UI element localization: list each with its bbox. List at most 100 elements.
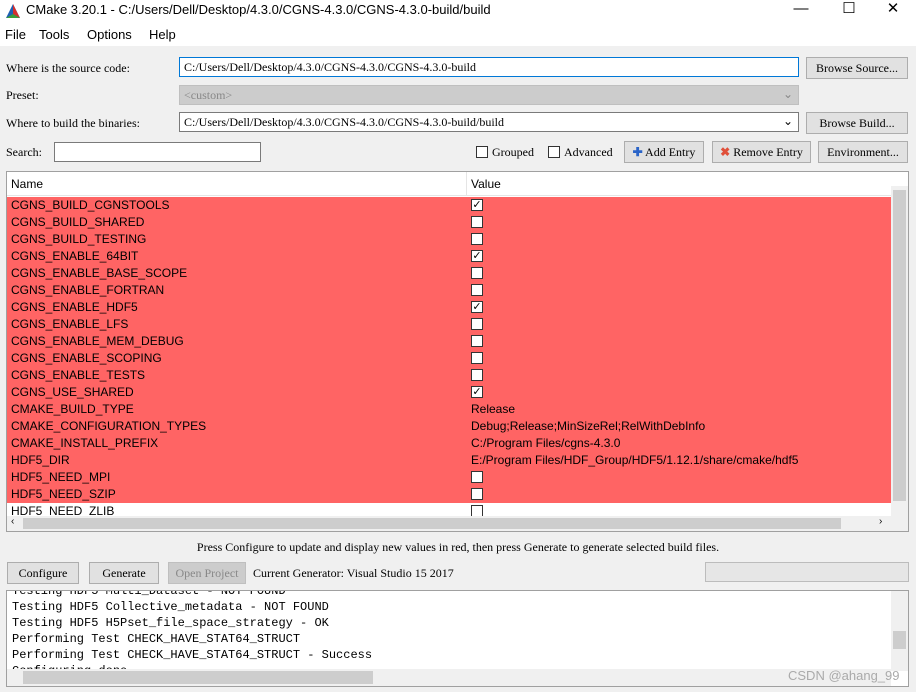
scroll-thumb[interactable] bbox=[893, 631, 906, 649]
chevron-down-icon: ⌄ bbox=[782, 87, 793, 101]
header-name[interactable]: Name bbox=[11, 177, 43, 191]
entry-checkbox[interactable]: ✓ bbox=[471, 301, 483, 313]
entry-name: CGNS_BUILD_TESTING bbox=[11, 232, 147, 246]
entry-checkbox[interactable] bbox=[471, 284, 483, 296]
watermark: CSDN @ahang_99 bbox=[788, 668, 900, 683]
entry-checkbox[interactable] bbox=[471, 318, 483, 330]
window-title: CMake 3.20.1 - C:/Users/Dell/Desktop/4.3… bbox=[26, 2, 491, 17]
entry-name: HDF5_NEED_SZIP bbox=[11, 487, 116, 501]
cmake-logo-icon bbox=[6, 4, 20, 18]
advanced-checkbox[interactable] bbox=[548, 146, 560, 158]
output-log: Testing HDF5 Multi_Dataset - NOT FOUND T… bbox=[6, 590, 909, 687]
browse-build-button[interactable]: Browse Build... bbox=[806, 112, 908, 134]
table-row[interactable]: CMAKE_CONFIGURATION_TYPES Debug;Release;M… bbox=[7, 418, 891, 435]
preset-select: <custom> ⌄ bbox=[179, 85, 799, 105]
minimize-button[interactable]: — bbox=[778, 0, 824, 22]
configure-button[interactable]: Configure bbox=[7, 562, 79, 584]
entry-checkbox[interactable] bbox=[471, 335, 483, 347]
search-label: Search: bbox=[6, 145, 42, 159]
entry-name: HDF5_DIR bbox=[11, 453, 70, 467]
table-row[interactable]: HDF5_DIR E:/Program Files/HDF_Group/HDF5/… bbox=[7, 452, 891, 469]
entry-name: CGNS_ENABLE_SCOPING bbox=[11, 351, 162, 365]
x-icon: ✖ bbox=[720, 145, 731, 159]
entry-name: CGNS_ENABLE_FORTRAN bbox=[11, 283, 165, 297]
table-row[interactable]: CGNS_ENABLE_64BIT ✓ bbox=[7, 248, 891, 265]
table-row[interactable]: CGNS_USE_SHARED ✓ bbox=[7, 384, 891, 401]
table-row[interactable]: CGNS_BUILD_CGNSTOOLS ✓ bbox=[7, 197, 891, 214]
entry-name: CGNS_USE_SHARED bbox=[11, 385, 134, 399]
table-row[interactable]: CGNS_ENABLE_MEM_DEBUG bbox=[7, 333, 891, 350]
close-button[interactable]: ✕ bbox=[870, 0, 916, 22]
table-row[interactable]: HDF5_NEED_MPI bbox=[7, 469, 891, 486]
build-dir-combo[interactable]: C:/Users/Dell/Desktop/4.3.0/CGNS-4.3.0/C… bbox=[179, 112, 799, 132]
entry-checkbox[interactable]: ✓ bbox=[471, 199, 483, 211]
source-input[interactable]: C:/Users/Dell/Desktop/4.3.0/CGNS-4.3.0/C… bbox=[179, 57, 799, 77]
table-row[interactable]: CGNS_ENABLE_HDF5 ✓ bbox=[7, 299, 891, 316]
entry-checkbox[interactable] bbox=[471, 488, 483, 500]
entry-checkbox[interactable] bbox=[471, 471, 483, 483]
entry-checkbox[interactable] bbox=[471, 233, 483, 245]
entry-value[interactable]: C:/Program Files/cgns-4.3.0 bbox=[471, 435, 620, 452]
scroll-left-icon[interactable]: ‹ bbox=[11, 516, 14, 527]
entry-name: CGNS_ENABLE_LFS bbox=[11, 317, 129, 331]
horizontal-scrollbar[interactable]: ‹ › bbox=[7, 516, 908, 531]
entry-value[interactable]: Debug;Release;MinSizeRel;RelWithDebInfo bbox=[471, 418, 705, 435]
search-input[interactable] bbox=[54, 142, 261, 162]
chevron-down-icon: ⌄ bbox=[782, 114, 793, 128]
menu-options[interactable]: Options bbox=[87, 27, 132, 42]
table-row[interactable]: CGNS_BUILD_SHARED bbox=[7, 214, 891, 231]
entry-checkbox[interactable] bbox=[471, 369, 483, 381]
log-line: Performing Test CHECK_HAVE_STAT64_STRUCT bbox=[12, 632, 301, 646]
entry-name: CGNS_BUILD_SHARED bbox=[11, 215, 145, 229]
scroll-thumb[interactable] bbox=[893, 190, 906, 501]
menu-tools[interactable]: Tools bbox=[39, 27, 69, 42]
plus-icon: ✚ bbox=[632, 145, 643, 159]
table-row[interactable]: CGNS_ENABLE_FORTRAN bbox=[7, 282, 891, 299]
table-row[interactable]: CGNS_ENABLE_SCOPING bbox=[7, 350, 891, 367]
table-row[interactable]: CMAKE_BUILD_TYPE Release bbox=[7, 401, 891, 418]
entry-value[interactable]: Release bbox=[471, 401, 515, 418]
add-entry-button[interactable]: ✚ Add Entry bbox=[624, 141, 704, 163]
entry-checkbox[interactable] bbox=[471, 216, 483, 228]
menu-file[interactable]: File bbox=[5, 27, 26, 42]
entry-value[interactable]: E:/Program Files/HDF_Group/HDF5/1.12.1/s… bbox=[471, 452, 798, 469]
vertical-scrollbar[interactable] bbox=[891, 186, 908, 517]
grouped-label: Grouped bbox=[492, 145, 534, 159]
remove-entry-button[interactable]: ✖ Remove Entry bbox=[712, 141, 811, 163]
entry-checkbox[interactable] bbox=[471, 267, 483, 279]
progress-bar bbox=[705, 562, 909, 582]
entry-name: CGNS_ENABLE_MEM_DEBUG bbox=[11, 334, 184, 348]
cache-table: Name Value CGNS_BUILD_CGNSTOOLS ✓ CGNS_BUI… bbox=[6, 171, 909, 532]
scroll-thumb[interactable] bbox=[23, 671, 373, 684]
log-line: Testing HDF5 Multi_Dataset - NOT FOUND bbox=[12, 590, 286, 598]
log-line: Testing HDF5 H5Pset_file_space_strategy … bbox=[12, 616, 329, 630]
header-value[interactable]: Value bbox=[471, 177, 501, 191]
menu-help[interactable]: Help bbox=[149, 27, 176, 42]
maximize-button[interactable]: ☐ bbox=[826, 0, 872, 22]
table-row[interactable]: CGNS_ENABLE_LFS bbox=[7, 316, 891, 333]
log-vertical-scrollbar[interactable] bbox=[891, 591, 908, 671]
entry-name: CGNS_ENABLE_64BIT bbox=[11, 249, 139, 263]
table-row[interactable]: CGNS_ENABLE_BASE_SCOPE bbox=[7, 265, 891, 282]
generate-button[interactable]: Generate bbox=[89, 562, 159, 584]
grouped-checkbox[interactable] bbox=[476, 146, 488, 158]
entry-name: CMAKE_CONFIGURATION_TYPES bbox=[11, 419, 207, 433]
scroll-thumb[interactable] bbox=[23, 518, 841, 529]
entry-checkbox[interactable]: ✓ bbox=[471, 386, 483, 398]
build-dir-value: C:/Users/Dell/Desktop/4.3.0/CGNS-4.3.0/C… bbox=[184, 115, 505, 129]
entry-name: CGNS_ENABLE_HDF5 bbox=[11, 300, 138, 314]
environment-button[interactable]: Environment... bbox=[818, 141, 908, 163]
remove-entry-label: Remove Entry bbox=[733, 145, 803, 159]
scroll-right-icon[interactable]: › bbox=[879, 516, 882, 527]
table-row[interactable]: CGNS_BUILD_TESTING bbox=[7, 231, 891, 248]
log-horizontal-scrollbar[interactable] bbox=[7, 669, 891, 686]
table-row[interactable]: CGNS_ENABLE_TESTS bbox=[7, 367, 891, 384]
entry-checkbox[interactable]: ✓ bbox=[471, 250, 483, 262]
table-row[interactable]: HDF5_NEED_SZIP bbox=[7, 486, 891, 503]
table-row[interactable]: CMAKE_INSTALL_PREFIX C:/Program Files/cgn… bbox=[7, 435, 891, 452]
entry-name: CGNS_ENABLE_TESTS bbox=[11, 368, 146, 382]
title-bar: CMake 3.20.1 - C:/Users/Dell/Desktop/4.3… bbox=[0, 0, 916, 22]
entry-name: CGNS_ENABLE_BASE_SCOPE bbox=[11, 266, 188, 280]
entry-checkbox[interactable] bbox=[471, 352, 483, 364]
browse-source-button[interactable]: Browse Source... bbox=[806, 57, 908, 79]
